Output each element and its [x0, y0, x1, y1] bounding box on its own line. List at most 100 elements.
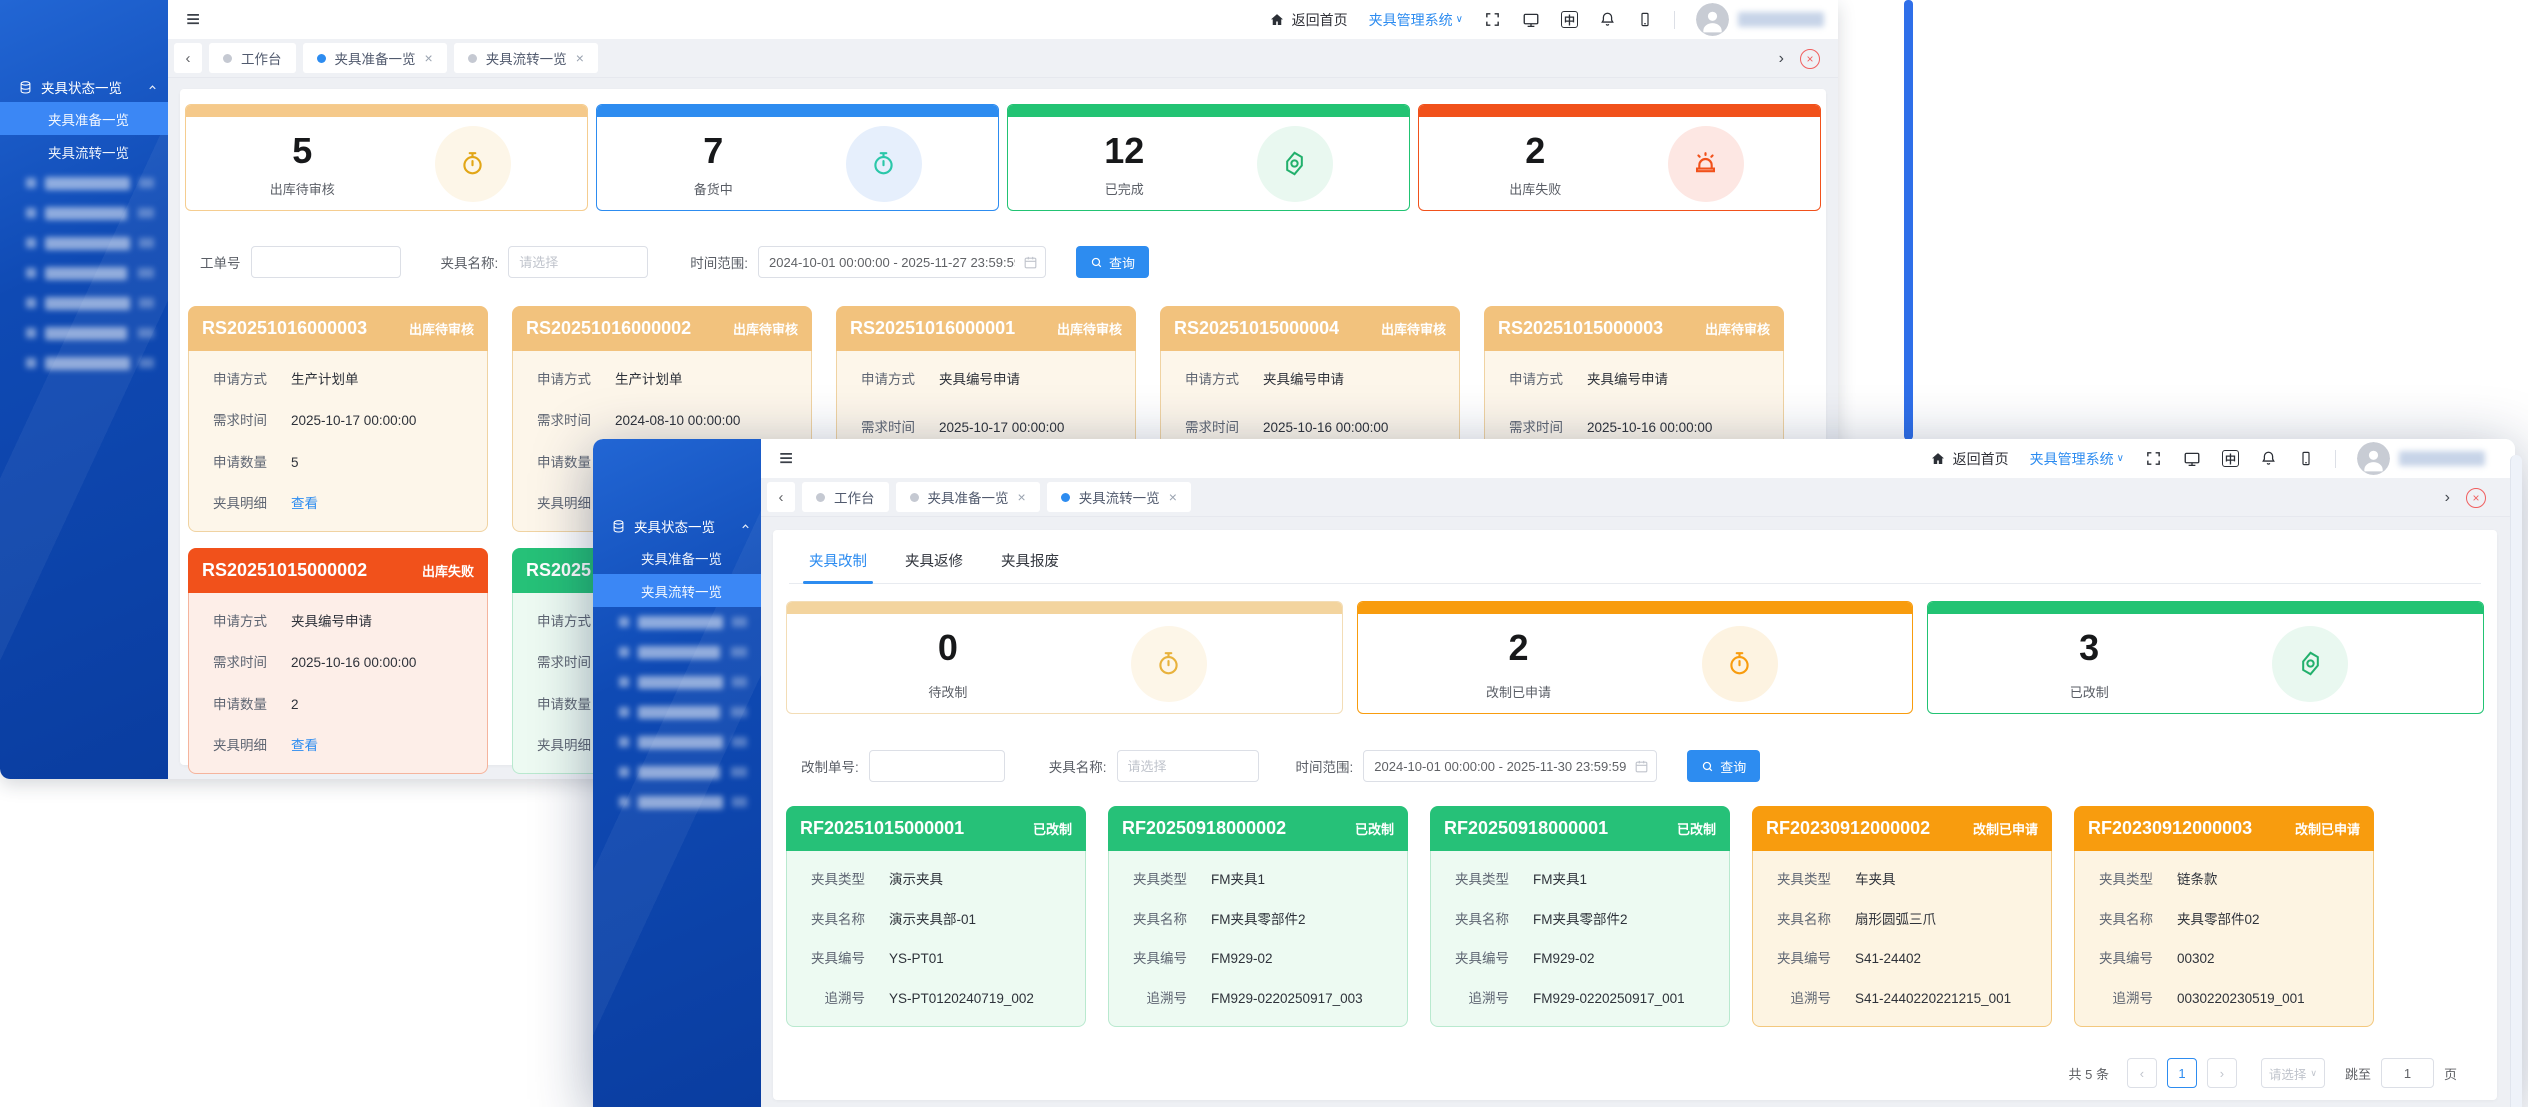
monitor-icon[interactable] — [1522, 11, 1540, 29]
sidebar-item-redacted[interactable] — [593, 667, 761, 697]
tabs-scroll-right-icon[interactable]: › — [2445, 489, 2450, 507]
fullscreen-icon[interactable] — [2145, 450, 2162, 467]
bell-icon[interactable] — [2260, 450, 2277, 467]
tab-fixture-repair[interactable]: 夹具返修 — [903, 544, 965, 583]
search-icon — [1701, 760, 1714, 773]
fullscreen-icon[interactable] — [1484, 11, 1501, 28]
sidebar-group-fixture-status[interactable]: 夹具状态一览 — [593, 511, 761, 541]
tabs-scroll-left-icon[interactable]: ‹ — [174, 43, 202, 73]
tab-fixture-scrap[interactable]: 夹具报废 — [999, 544, 1061, 583]
sidebar-item-fixture-flow[interactable]: 夹具流转一览 — [593, 574, 761, 607]
tab-fixture-prepare[interactable]: 夹具准备一览 × — [896, 482, 1040, 512]
request-id: RS2025 — [526, 560, 591, 581]
sidebar-item-redacted[interactable] — [0, 198, 168, 228]
rework-order-input[interactable] — [869, 750, 1005, 782]
sidebar-item-fixture-flow[interactable]: 夹具流转一览 — [0, 135, 168, 168]
tab-workbench[interactable]: 工作台 — [209, 43, 296, 73]
stat-card-completed: 12 已完成 — [1007, 104, 1410, 211]
sidebar-item-redacted[interactable] — [0, 228, 168, 258]
date-range-input[interactable] — [758, 246, 1046, 278]
home-icon — [1269, 12, 1285, 28]
request-id: RS20251016000003 — [202, 318, 367, 339]
date-range-picker[interactable] — [758, 246, 1046, 278]
page-number-button[interactable]: 1 — [2167, 1058, 2197, 1088]
page-suffix: 页 — [2444, 1064, 2457, 1083]
close-all-tabs-icon[interactable]: × — [1800, 49, 1820, 69]
back-window-scrollbar[interactable] — [1904, 0, 1913, 440]
date-range-input[interactable] — [1363, 750, 1657, 782]
request-card[interactable]: RS20251016000003出库待审核 申请方式生产计划单 需求时间2025… — [188, 306, 488, 532]
fixture-card[interactable]: RF20250918000001已改制 夹具类型FM夹具1 夹具名称FM夹具零部… — [1430, 806, 1730, 1027]
prev-page-button[interactable]: ‹ — [2127, 1058, 2157, 1088]
sidebar-item-redacted[interactable] — [593, 727, 761, 757]
date-range-picker[interactable] — [1363, 750, 1657, 782]
page-size-select[interactable]: 请选择 ∨ — [2261, 1058, 2325, 1088]
sidebar-item-redacted[interactable] — [0, 258, 168, 288]
search-button[interactable]: 查询 — [1076, 246, 1149, 278]
home-link[interactable]: 返回首页 — [1269, 10, 1348, 30]
work-order-input[interactable] — [251, 246, 401, 278]
sidebar-item-redacted[interactable] — [0, 348, 168, 378]
page-scrollbar[interactable] — [2510, 455, 2522, 1107]
view-link[interactable]: 查看 — [291, 494, 318, 514]
language-icon[interactable]: 中 — [2222, 450, 2239, 467]
sidebar-item-redacted[interactable] — [593, 787, 761, 817]
tab-fixture-flow[interactable]: 夹具流转一览 × — [454, 43, 598, 73]
fixture-card[interactable]: RF20251015000001已改制 夹具类型演示夹具 夹具名称演示夹具部-0… — [786, 806, 1086, 1027]
request-card[interactable]: RS20251015000002出库失败 申请方式夹具编号申请 需求时间2025… — [188, 548, 488, 774]
user-menu[interactable] — [2357, 442, 2485, 475]
sidebar-item-fixture-prepare[interactable]: 夹具准备一览 — [593, 541, 761, 574]
mobile-icon[interactable] — [2298, 450, 2314, 467]
status-badge: 出库待审核 — [1381, 319, 1446, 338]
tabs-scroll-right-icon[interactable]: › — [1779, 50, 1784, 68]
monitor-icon[interactable] — [2183, 450, 2201, 468]
system-switcher[interactable]: 夹具管理系统 ∨ — [1369, 10, 1463, 30]
request-id: RS20251016000001 — [850, 318, 1015, 339]
close-icon[interactable]: × — [1169, 490, 1177, 504]
sidebar-item-redacted[interactable] — [593, 637, 761, 667]
mobile-icon[interactable] — [1637, 11, 1653, 28]
bell-icon[interactable] — [1599, 11, 1616, 28]
stat-label: 出库失败 — [1419, 179, 1652, 198]
tab-dot — [317, 54, 326, 63]
fixture-card[interactable]: RF20230912000003改制已申请 夹具类型链条款 夹具名称夹具零部件0… — [2074, 806, 2374, 1027]
view-link[interactable]: 查看 — [291, 736, 318, 756]
sidebar-item-redacted[interactable] — [593, 757, 761, 787]
tabs-scroll-left-icon[interactable]: ‹ — [767, 482, 795, 512]
system-switcher[interactable]: 夹具管理系统 ∨ — [2030, 449, 2124, 469]
fixture-card[interactable]: RF20250918000002已改制 夹具类型FM夹具1 夹具名称FM夹具零部… — [1108, 806, 1408, 1027]
stat-value: 12 — [1008, 130, 1241, 172]
hamburger-menu-icon[interactable]: ≡ — [186, 8, 200, 32]
tab-workbench[interactable]: 工作台 — [802, 482, 889, 512]
tab-fixture-flow[interactable]: 夹具流转一览 × — [1047, 482, 1191, 512]
fixture-card[interactable]: RF20230912000002改制已申请 夹具类型车夹具 夹具名称扇形圆弧三爪… — [1752, 806, 2052, 1027]
sidebar-item-fixture-prepare[interactable]: 夹具准备一览 — [0, 102, 168, 135]
tab-fixture-prepare[interactable]: 夹具准备一览 × — [303, 43, 447, 73]
jump-page-input[interactable] — [2381, 1058, 2434, 1088]
stat-label: 已完成 — [1008, 179, 1241, 198]
stat-card-pending-review: 5 出库待审核 — [185, 104, 588, 211]
close-icon[interactable]: × — [576, 51, 584, 65]
language-icon[interactable]: 中 — [1561, 11, 1578, 28]
tab-fixture-rework[interactable]: 夹具改制 — [807, 544, 869, 583]
sidebar-item-redacted[interactable] — [593, 607, 761, 637]
stat-value: 7 — [597, 130, 830, 172]
next-page-button[interactable]: › — [2207, 1058, 2237, 1088]
home-link[interactable]: 返回首页 — [1930, 449, 2009, 469]
stats-row: 5 出库待审核 7 备货中 — [180, 104, 1826, 211]
fixture-name-input[interactable] — [1117, 750, 1259, 782]
close-icon[interactable]: × — [425, 51, 433, 65]
close-icon[interactable]: × — [1018, 490, 1026, 504]
close-all-tabs-icon[interactable]: × — [2466, 488, 2486, 508]
user-menu[interactable] — [1696, 3, 1824, 36]
stat-label: 备货中 — [597, 179, 830, 198]
sidebar-item-redacted[interactable] — [0, 168, 168, 198]
sidebar-item-redacted[interactable] — [0, 318, 168, 348]
sidebar-item-redacted[interactable] — [0, 288, 168, 318]
search-button[interactable]: 查询 — [1687, 750, 1760, 782]
fixture-name-input[interactable] — [508, 246, 648, 278]
status-badge: 出库待审核 — [409, 319, 474, 338]
sidebar-group-fixture-status[interactable]: 夹具状态一览 — [0, 72, 168, 102]
sidebar-item-redacted[interactable] — [593, 697, 761, 727]
hamburger-menu-icon[interactable]: ≡ — [779, 447, 793, 471]
